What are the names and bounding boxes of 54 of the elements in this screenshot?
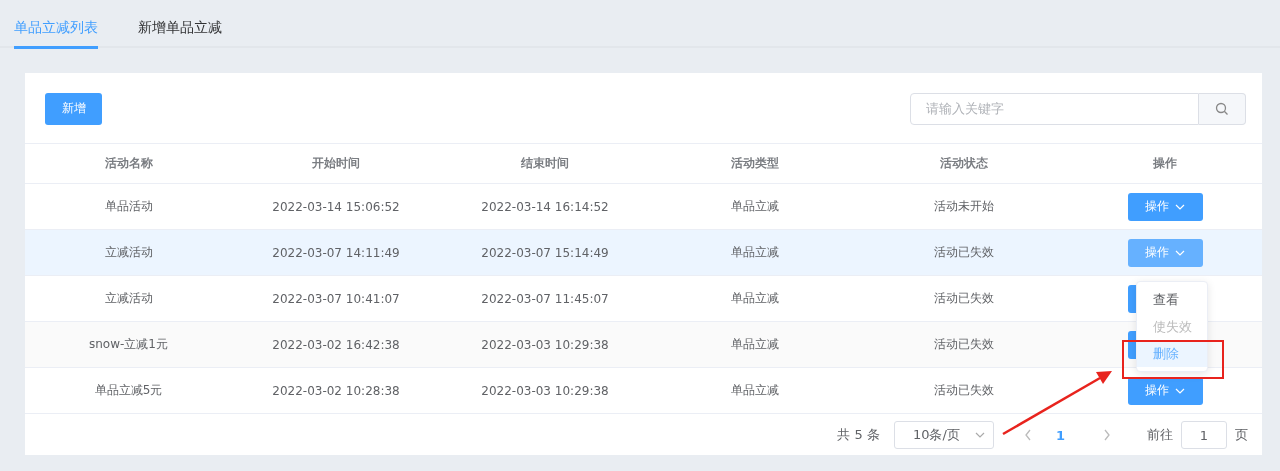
column-header: 操作 [1152,155,1178,172]
caret-icon [1175,387,1185,394]
action-button[interactable]: 操作 [1127,192,1203,221]
page-suffix: 页 [1235,426,1248,444]
chevron-down-icon [974,432,985,438]
table-cell-text: 2022-03-07 14:11:49 [271,245,401,260]
goto-label: 前往 [1147,426,1173,444]
action-button[interactable]: 操作 [1127,376,1203,405]
table-cell-text: 活动已失效 [933,244,995,261]
column-header: 活动状态 [939,155,989,172]
table-cell-text: 活动已失效 [933,290,995,307]
table-cell-text: 单品立减 [730,244,780,261]
table-cell-text: 2022-03-14 15:06:52 [271,199,401,214]
table-cell-text: 2022-03-03 10:29:38 [480,337,610,352]
total-count: 共 5 条 [837,426,880,444]
column-header: 开始时间 [311,155,361,172]
table-cell-text: snow-立减1元 [88,336,169,353]
table-cell-text: 单品立减 [730,336,780,353]
table-cell-text: 单品立减 [730,290,780,307]
page-input[interactable]: 1 [1181,421,1227,449]
page-size-select[interactable]: 10条/页 [893,421,994,449]
table-cell-text: 2022-03-14 16:14:52 [480,199,610,214]
page-number[interactable]: 1 [1055,427,1065,443]
tab[interactable]: 新增单品立减 [138,0,222,49]
search-button[interactable] [1199,92,1246,125]
column-header: 结束时间 [520,155,570,172]
caret-icon [1175,203,1185,210]
table-cell-text: 2022-03-02 16:42:38 [271,337,401,352]
table-cell-text: 2022-03-07 15:14:49 [480,245,610,260]
previous-page-icon[interactable] [1023,429,1032,441]
table-cell-text: 立减活动 [103,244,154,261]
caret-icon [1175,249,1185,256]
table-cell-text: 2022-03-07 10:41:07 [271,291,401,306]
search-field[interactable]: 请输入关键字 [910,92,1199,125]
table-cell-text: 单品立减5元 [93,382,164,399]
column-header: 活动名称 [103,155,154,172]
table-cell-text: 2022-03-07 11:45:07 [480,291,610,306]
table-cell-text: 单品立减 [730,198,780,215]
table-cell-text: 活动已失效 [933,382,995,399]
search-icon [1215,101,1229,116]
table-cell-text: 单品立减 [730,382,780,399]
action-button[interactable]: 操作 [1127,238,1203,267]
table-cell-text: 活动已失效 [933,336,995,353]
menu-item[interactable]: 删除 [1137,340,1207,367]
table-cell-text: 活动未开始 [933,198,995,215]
table-cell-text: 2022-03-02 10:28:38 [271,383,401,398]
next-page-icon[interactable] [1103,429,1111,441]
add-button[interactable]: 新增 [45,92,102,125]
table-cell-text: 立减活动 [103,290,154,307]
menu-item[interactable]: 查看 [1137,286,1207,313]
tab[interactable]: 单品立减列表 [14,0,98,49]
table-cell-text: 单品活动 [103,198,154,215]
column-header: 活动类型 [730,155,780,172]
table-cell-text: 2022-03-03 10:29:38 [480,383,610,398]
